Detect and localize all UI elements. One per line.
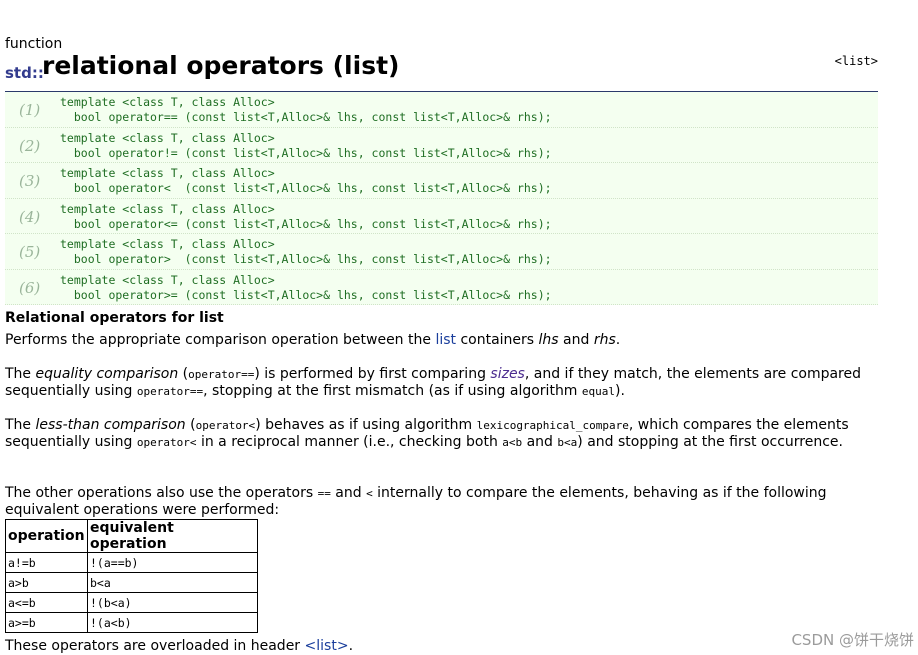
equality-paragraph: The equality comparison (operator==) is … [5, 366, 862, 399]
header-paragraph: These operators are overloaded in header… [5, 638, 354, 654]
prototype-number: (3) [19, 172, 41, 190]
sizes-link[interactable]: sizes [490, 366, 524, 382]
prototype-number: (4) [19, 207, 41, 226]
table-row: a>b b<a [5, 572, 258, 593]
equivalence-table: operation equivalent operation a!=b !(a=… [5, 519, 258, 633]
prototype-number: (5) [19, 243, 41, 261]
description-paragraph: Performs the appropriate comparison oper… [5, 332, 621, 348]
table-cell: a<=b [5, 592, 88, 613]
table-header: operation [5, 519, 88, 553]
prototype-code: template <class T, class Alloc> bool ope… [60, 130, 552, 160]
table-cell: a!=b [5, 552, 88, 573]
table-cell: b<a [87, 572, 258, 593]
prototype-row: (4) template <class T, class Alloc> bool… [5, 198, 878, 234]
table-row: a>=b !(a<b) [5, 612, 258, 633]
table-cell: !(b<a) [87, 592, 258, 613]
watermark: CSDN @饼干烧饼 [791, 631, 914, 649]
list-header-link[interactable]: <list> [305, 638, 349, 654]
prototype-code: template <class T, class Alloc> bool ope… [60, 237, 552, 266]
entity-kind: function [5, 36, 63, 52]
prototype-number: (1) [19, 101, 41, 119]
prototype-code: template <class T, class Alloc> bool ope… [60, 95, 552, 124]
prototype-row: (3) template <class T, class Alloc> bool… [5, 163, 878, 199]
prototype-row: (6) template <class T, class Alloc> bool… [5, 269, 878, 305]
header-link[interactable]: <list> [835, 54, 878, 68]
table-cell: !(a==b) [87, 552, 258, 573]
table-cell: !(a<b) [87, 612, 258, 633]
table-row: a!=b !(a==b) [5, 552, 258, 573]
table-cell: a>=b [5, 612, 88, 633]
list-link[interactable]: list [435, 332, 456, 348]
prototype-row: (5) template <class T, class Alloc> bool… [5, 234, 878, 270]
prototype-code: template <class T, class Alloc> bool ope… [60, 201, 552, 231]
namespace-label: std:: [5, 64, 44, 82]
other-operations-paragraph: The other operations also use the operat… [5, 485, 827, 518]
prototype-number: (2) [19, 136, 41, 155]
table-cell: a>b [5, 572, 88, 593]
prototype-row: (1) template <class T, class Alloc> bool… [5, 92, 878, 128]
prototype-row: (2) template <class T, class Alloc> bool… [5, 127, 878, 163]
prototype-list: (1) template <class T, class Alloc> bool… [5, 92, 878, 305]
section-title: Relational operators for list [5, 310, 224, 326]
prototype-number: (6) [19, 278, 41, 297]
table-row: a<=b !(b<a) [5, 592, 258, 613]
title-row: std:: relational operators (list) <list> [5, 51, 878, 93]
prototype-code: template <class T, class Alloc> bool ope… [60, 272, 552, 302]
table-header: equivalent operation [87, 519, 258, 553]
page-title: relational operators (list) [42, 51, 400, 80]
prototype-code: template <class T, class Alloc> bool ope… [60, 166, 552, 195]
table-header-row: operation equivalent operation [5, 519, 258, 553]
less-than-paragraph: The less-than comparison (operator<) beh… [5, 417, 849, 450]
